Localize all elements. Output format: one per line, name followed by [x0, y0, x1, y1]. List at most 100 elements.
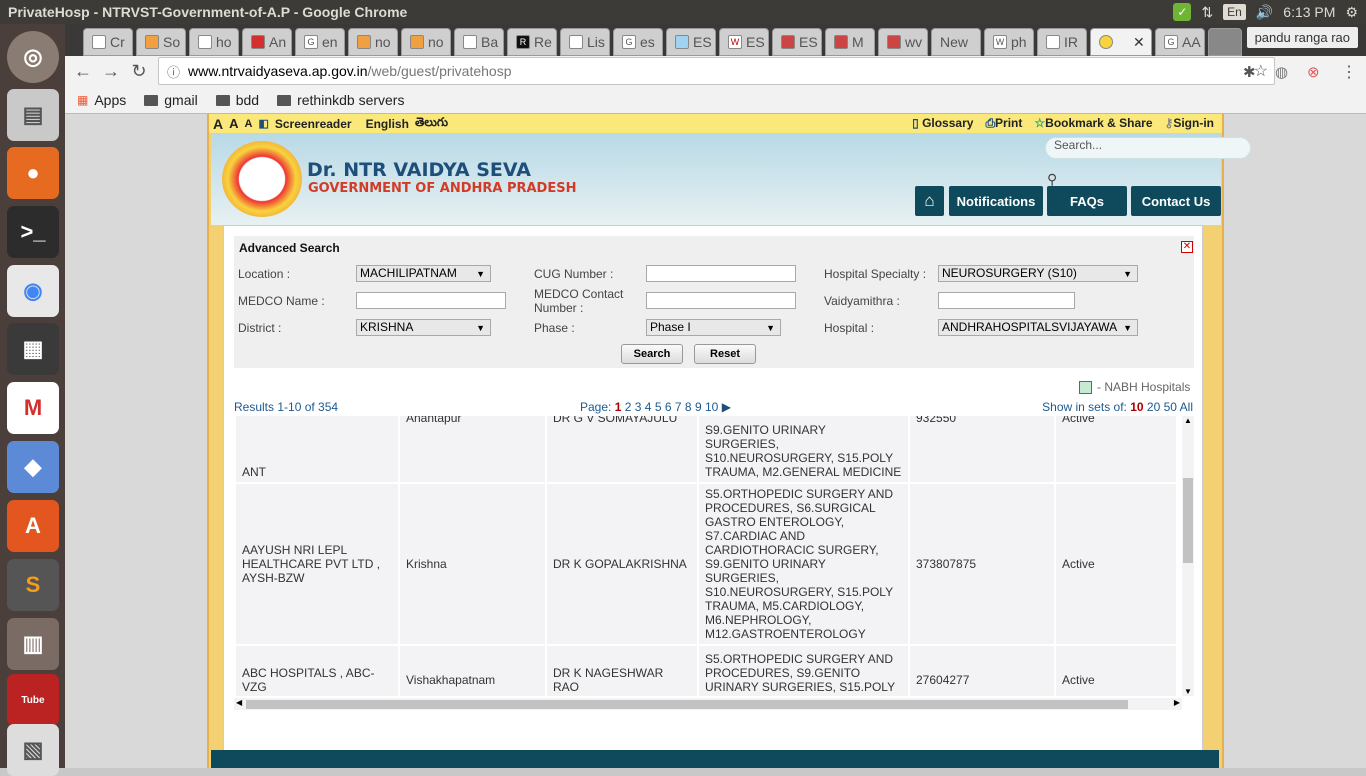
reload-icon[interactable]: ↻: [125, 61, 153, 82]
grid-vertical-scrollbar[interactable]: ▲ ▼: [1182, 416, 1194, 696]
extension-globe-icon[interactable]: ◍: [1275, 63, 1288, 81]
reset-button[interactable]: Reset: [694, 344, 756, 364]
scrollbar-thumb[interactable]: [246, 700, 1128, 709]
browser-tab[interactable]: Wph: [984, 28, 1034, 56]
district-select[interactable]: KRISHNA: [356, 319, 491, 336]
specialty-select[interactable]: NEUROSURGERY (S10): [938, 265, 1138, 282]
grid-horizontal-scrollbar[interactable]: ◀ ▶: [234, 698, 1182, 710]
medco-contact-input[interactable]: [646, 292, 796, 309]
bookmark-folder-rethinkdb[interactable]: rethinkdb servers: [277, 92, 404, 108]
browser-tab[interactable]: Lis: [560, 28, 610, 56]
close-icon[interactable]: ✕: [1181, 241, 1193, 253]
phase-select[interactable]: Phase I: [646, 319, 781, 336]
glossary-link[interactable]: ▯ Glossary: [912, 116, 973, 131]
hospital-name-cell[interactable]: AAYUSH NRI LEPL HEALTHCARE PVT LTD , AYS…: [236, 484, 398, 644]
workspace-switcher-icon[interactable]: ▥: [7, 618, 59, 670]
cug-number-input[interactable]: [646, 265, 796, 282]
network-icon[interactable]: ⇅: [1201, 4, 1213, 21]
bookmark-share-link[interactable]: ☆Bookmark & Share: [1034, 116, 1152, 131]
firefox-icon[interactable]: ●: [7, 147, 59, 199]
close-tab-icon[interactable]: ✕: [1133, 34, 1145, 51]
language-english[interactable]: English: [366, 117, 409, 131]
hospital-name-cell[interactable]: ABC HOSPITALS , ABC-VZG: [236, 646, 398, 696]
terminal-icon[interactable]: >_: [7, 206, 59, 258]
home-button[interactable]: ⌂: [915, 186, 944, 216]
medco-name-input[interactable]: [356, 292, 506, 309]
browser-tab[interactable]: Gen: [295, 28, 345, 56]
hospital-select[interactable]: ANDHRAHOSPITALSVIJAYAWA: [938, 319, 1138, 336]
location-select[interactable]: MACHILIPATNAM: [356, 265, 491, 282]
page-link[interactable]: 5: [655, 400, 662, 414]
page-size-option[interactable]: 50: [1164, 400, 1177, 414]
gmail-icon[interactable]: M: [7, 382, 59, 434]
scroll-right-icon[interactable]: ▶: [1174, 698, 1180, 707]
extension-block-icon[interactable]: ⊗: [1307, 63, 1320, 81]
youtube-icon[interactable]: Tube: [7, 674, 59, 726]
extension-icon[interactable]: ✱: [1243, 63, 1256, 81]
browser-tab[interactable]: Cr: [83, 28, 133, 56]
browser-tab[interactable]: Ges: [613, 28, 663, 56]
font-size-medium[interactable]: A: [229, 116, 238, 131]
back-icon[interactable]: ←: [69, 61, 97, 82]
browser-tab[interactable]: wv: [878, 28, 928, 56]
site-search-input[interactable]: Search...: [1045, 137, 1251, 159]
virtualbox-icon[interactable]: ◆: [7, 441, 59, 493]
chrome-icon[interactable]: ◉: [7, 265, 59, 317]
scroll-up-icon[interactable]: ▲: [1184, 416, 1192, 425]
page-link[interactable]: 2: [625, 400, 632, 414]
page-size-option[interactable]: 20: [1147, 400, 1160, 414]
page-link[interactable]: 6: [665, 400, 672, 414]
forward-icon[interactable]: →: [97, 61, 125, 82]
browser-tab[interactable]: W ES: [719, 28, 769, 56]
page-link[interactable]: 9: [695, 400, 702, 414]
bookmark-apps[interactable]: ▦ Apps: [77, 92, 126, 108]
search-button[interactable]: Search: [621, 344, 683, 364]
browser-tab[interactable]: ES: [666, 28, 716, 56]
bookmark-star-icon[interactable]: ☆: [1254, 61, 1268, 81]
browser-tab[interactable]: ES: [772, 28, 822, 56]
ubuntu-dash-icon[interactable]: ◎: [7, 31, 59, 83]
scrollbar-thumb[interactable]: [1183, 478, 1193, 563]
browser-tab[interactable]: no: [401, 28, 451, 56]
nav-notifications[interactable]: Notifications: [949, 186, 1043, 216]
browser-tab[interactable]: An: [242, 28, 292, 56]
nav-faqs[interactable]: FAQs: [1047, 186, 1127, 216]
app-icon[interactable]: ▧: [7, 724, 59, 776]
browser-tab[interactable]: G AA: [1155, 28, 1205, 56]
screenreader-link[interactable]: Screenreader: [275, 117, 352, 131]
profile-user-name[interactable]: pandu ranga rao: [1246, 27, 1358, 48]
files-icon[interactable]: ▤: [7, 89, 59, 141]
browser-tab[interactable]: ho: [189, 28, 239, 56]
sublime-text-icon[interactable]: S: [7, 559, 59, 611]
next-page-icon[interactable]: ▶: [722, 400, 731, 414]
browser-tab[interactable]: New: [931, 28, 981, 56]
chrome-menu-icon[interactable]: ⋮: [1341, 62, 1357, 82]
page-size-option[interactable]: All: [1180, 400, 1193, 414]
browser-tab[interactable]: So: [136, 28, 186, 56]
software-center-icon[interactable]: A: [7, 500, 59, 552]
vaidyamithra-input[interactable]: [938, 292, 1075, 309]
page-link[interactable]: 4: [645, 400, 652, 414]
browser-tab[interactable]: Ba: [454, 28, 504, 56]
nav-contact-us[interactable]: Contact Us: [1131, 186, 1221, 216]
keyboard-layout-indicator[interactable]: En: [1223, 4, 1246, 20]
volume-icon[interactable]: 🔊: [1256, 4, 1273, 21]
print-link[interactable]: ⎙Print: [985, 116, 1022, 131]
browser-tab[interactable]: IR: [1037, 28, 1087, 56]
browser-tab[interactable]: M: [825, 28, 875, 56]
browser-tab[interactable]: R Re: [507, 28, 557, 56]
page-link[interactable]: 8: [685, 400, 692, 414]
hospital-name-cell[interactable]: ANT: [236, 416, 398, 482]
bookmark-folder-gmail[interactable]: gmail: [144, 92, 198, 108]
font-size-small[interactable]: A: [245, 118, 253, 130]
bookmark-folder-bdd[interactable]: bdd: [215, 92, 259, 108]
font-size-large[interactable]: A: [213, 116, 223, 132]
settings-gear-icon[interactable]: ⚙: [1345, 4, 1358, 21]
new-tab-button[interactable]: [1208, 28, 1242, 56]
signin-link[interactable]: ⚷Sign-in: [1165, 116, 1214, 131]
scroll-down-icon[interactable]: ▼: [1184, 687, 1192, 696]
scroll-left-icon[interactable]: ◀: [236, 698, 242, 707]
info-icon[interactable]: ⓘ: [167, 62, 180, 81]
page-link[interactable]: 10: [705, 400, 718, 414]
clock[interactable]: 6:13 PM: [1283, 4, 1335, 20]
